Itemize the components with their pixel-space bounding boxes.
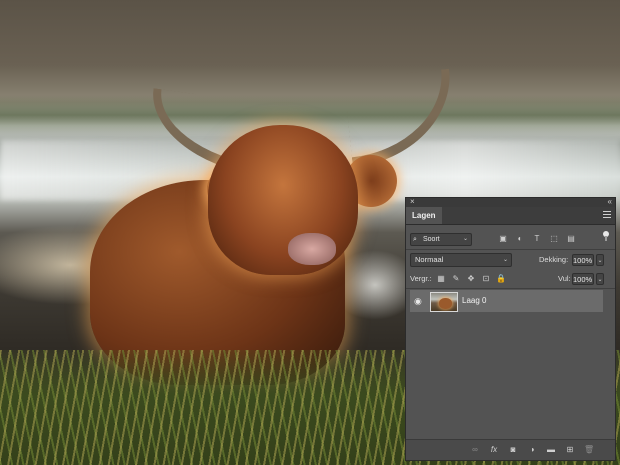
blend-mode-value: Normaal [415,255,444,264]
lock-label: Vergr.: [410,274,432,283]
chevron-down-icon: ⌄ [462,236,468,242]
filter-toggle-icon[interactable] [603,231,609,241]
new-layer-icon[interactable]: ⊞ [565,445,575,455]
tab-layers[interactable]: Lagen [406,207,442,224]
layer-name[interactable]: Laag 0 [462,290,486,312]
lock-pixels-icon[interactable]: ✎ [451,272,461,286]
opacity-field[interactable]: 100% [572,254,594,266]
blend-opacity-row: Normaal ⌄ Dekking: 100% ⌄ [406,253,615,267]
layers-panel: × « Lagen ⌕ Soort ⌄ ▣ ◐ T ⬚ ▤ Normaal ⌄ … [405,197,616,461]
lock-transparency-icon[interactable]: ▦ [436,272,446,286]
search-icon: ⌕ [413,236,417,243]
opacity-chevron-icon[interactable]: ⌄ [596,254,604,266]
blend-mode-select[interactable]: Normaal ⌄ [410,253,512,267]
panel-menu-icon[interactable] [603,211,611,219]
filter-kind-label: Soort [423,236,440,243]
image-filter-icon[interactable]: ▣ [498,234,508,244]
panel-footer: ∞ fx ◙ ◑ ▬ ⊞ 🗑 [406,439,615,460]
shape-filter-icon[interactable]: ⬚ [549,234,559,244]
layer-filter-row: ⌕ Soort ⌄ ▣ ◐ T ⬚ ▤ [406,231,615,249]
smartobject-filter-icon[interactable]: ▤ [566,234,576,244]
divider [406,249,615,250]
visibility-eye-icon[interactable]: ◉ [414,296,424,306]
filter-kind-select[interactable]: ⌕ Soort ⌄ [410,233,472,246]
type-filter-icon[interactable]: T [532,234,542,244]
divider [406,288,615,289]
opacity-label: Dekking: [539,255,569,264]
chevron-down-icon: ⌄ [502,257,508,263]
lock-position-icon[interactable]: ✥ [466,272,476,286]
close-panel-icon[interactable]: × [410,197,415,206]
collapse-panel-icon[interactable]: « [608,197,613,206]
add-mask-icon[interactable]: ◙ [508,445,518,455]
layer-thumbnail [430,292,458,312]
link-layers-icon[interactable]: ∞ [470,445,480,455]
layer-row[interactable]: ◉ Laag 0 [410,290,603,312]
adjustment-filter-icon[interactable]: ◐ [515,234,525,244]
fx-icon[interactable]: fx [489,445,499,455]
panel-titlebar: × « [406,197,615,207]
fill-field[interactable]: 100% [572,273,594,285]
lock-all-icon[interactable]: 🔒 [496,272,506,286]
delete-layer-icon[interactable]: 🗑 [584,445,594,455]
lock-fill-row: Vergr.: ▦ ✎ ✥ ⊡ 🔒 Vul: 100% ⌄ [406,272,615,286]
cow-nose [288,233,336,265]
panel-tabbar: Lagen [406,207,615,225]
fill-label: Vul: [558,274,571,283]
new-group-icon[interactable]: ▬ [546,445,556,455]
lock-artboard-icon[interactable]: ⊡ [481,272,491,286]
adjustment-layer-icon[interactable]: ◑ [527,445,537,455]
fill-chevron-icon[interactable]: ⌄ [596,273,604,285]
